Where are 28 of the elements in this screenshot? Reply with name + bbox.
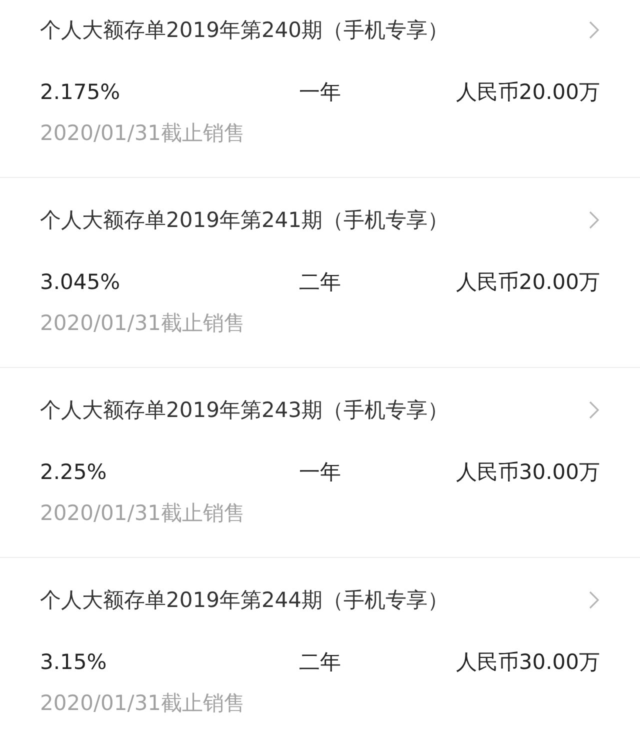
minimum-amount: 人民币20.00万 bbox=[454, 79, 600, 106]
minimum-amount: 人民币30.00万 bbox=[454, 649, 600, 676]
sale-deadline: 2020/01/31截止销售 bbox=[40, 690, 246, 717]
product-row[interactable]: 个人大额存单2019年第240期（手机专享） 2.175% 一年 人民币20.00万 2020/01/31截止销售 bbox=[0, 0, 640, 178]
term: 一年 bbox=[299, 79, 341, 106]
minimum-amount: 人民币20.00万 bbox=[454, 269, 600, 296]
product-row[interactable]: 个人大额存单2019年第243期（手机专享） 2.25% 一年 人民币30.00万 2020/01/31截止销售 bbox=[0, 368, 640, 558]
product-row[interactable]: 个人大额存单2019年第244期（手机专享） 3.15% 二年 人民币30.00万 2020/01/31截止销售 bbox=[0, 558, 640, 741]
interest-rate: 2.25% bbox=[40, 459, 108, 486]
interest-rate: 2.175% bbox=[40, 79, 122, 106]
sale-deadline: 2020/01/31截止销售 bbox=[40, 120, 246, 147]
product-title: 个人大额存单2019年第240期（手机专享） bbox=[40, 17, 449, 44]
product-title: 个人大额存单2019年第241期（手机专享） bbox=[40, 207, 449, 234]
term: 一年 bbox=[299, 459, 341, 486]
chevron-right-icon bbox=[588, 210, 600, 230]
product-title: 个人大额存单2019年第243期（手机专享） bbox=[40, 397, 449, 424]
product-title: 个人大额存单2019年第244期（手机专享） bbox=[40, 587, 449, 614]
term: 二年 bbox=[299, 649, 341, 676]
sale-deadline: 2020/01/31截止销售 bbox=[40, 500, 246, 527]
product-row[interactable]: 个人大额存单2019年第241期（手机专享） 3.045% 二年 人民币20.00万 2020/01/31截止销售 bbox=[0, 178, 640, 368]
term: 二年 bbox=[299, 269, 341, 296]
chevron-right-icon bbox=[588, 400, 600, 420]
chevron-right-icon bbox=[588, 20, 600, 40]
interest-rate: 3.15% bbox=[40, 649, 108, 676]
chevron-right-icon bbox=[588, 590, 600, 610]
sale-deadline: 2020/01/31截止销售 bbox=[40, 310, 246, 337]
minimum-amount: 人民币30.00万 bbox=[454, 459, 600, 486]
interest-rate: 3.045% bbox=[40, 269, 122, 296]
